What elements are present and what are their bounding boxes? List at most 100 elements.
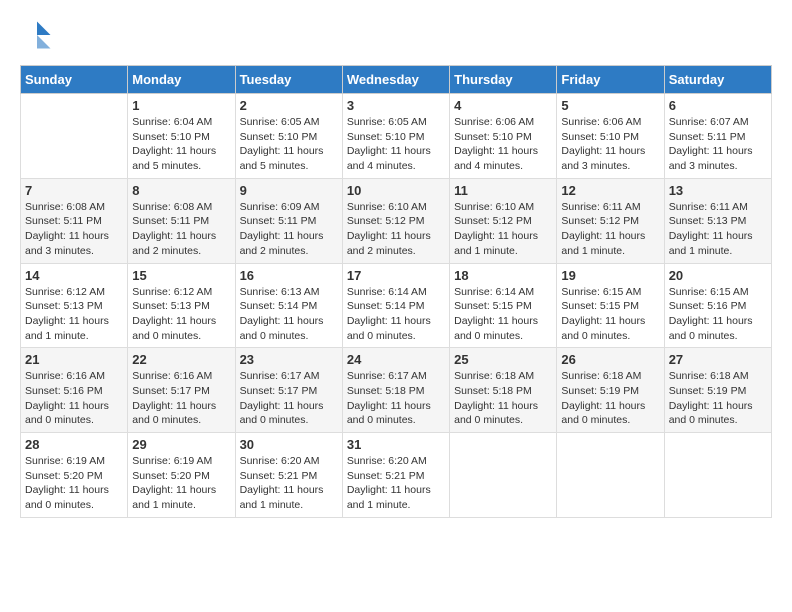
day-number: 4 [454,98,552,113]
calendar-cell: 14Sunrise: 6:12 AM Sunset: 5:13 PM Dayli… [21,263,128,348]
day-info: Sunrise: 6:05 AM Sunset: 5:10 PM Dayligh… [240,115,338,174]
day-info: Sunrise: 6:20 AM Sunset: 5:21 PM Dayligh… [347,454,445,513]
day-number: 1 [132,98,230,113]
day-number: 26 [561,352,659,367]
calendar-cell [21,94,128,179]
day-number: 25 [454,352,552,367]
day-number: 15 [132,268,230,283]
day-info: Sunrise: 6:20 AM Sunset: 5:21 PM Dayligh… [240,454,338,513]
day-info: Sunrise: 6:08 AM Sunset: 5:11 PM Dayligh… [25,200,123,259]
day-info: Sunrise: 6:16 AM Sunset: 5:16 PM Dayligh… [25,369,123,428]
day-number: 9 [240,183,338,198]
day-info: Sunrise: 6:10 AM Sunset: 5:12 PM Dayligh… [347,200,445,259]
logo [20,20,52,55]
calendar-cell: 7 Sunrise: 6:08 AM Sunset: 5:11 PM Daylig… [21,178,128,263]
day-number: 11 [454,183,552,198]
calendar-week-row: 14Sunrise: 6:12 AM Sunset: 5:13 PM Dayli… [21,263,772,348]
calendar-cell: 26 Sunrise: 6:18 AM Sunset: 5:19 PM Dayli… [557,348,664,433]
calendar-day-header: Monday [128,66,235,94]
calendar-week-row: 7 Sunrise: 6:08 AM Sunset: 5:11 PM Daylig… [21,178,772,263]
day-info: Sunrise: 6:11 AM Sunset: 5:12 PM Dayligh… [561,200,659,259]
day-number: 6 [669,98,767,113]
calendar-cell: 4 Sunrise: 6:06 AM Sunset: 5:10 PM Daylig… [450,94,557,179]
calendar-cell: 27 Sunrise: 6:18 AM Sunset: 5:19 PM Dayli… [664,348,771,433]
day-info: Sunrise: 6:07 AM Sunset: 5:11 PM Dayligh… [669,115,767,174]
calendar-day-header: Saturday [664,66,771,94]
calendar-cell: 19 Sunrise: 6:15 AM Sunset: 5:15 PM Dayli… [557,263,664,348]
day-info: Sunrise: 6:12 AM Sunset: 5:13 PM Dayligh… [25,285,123,344]
calendar-cell [664,433,771,518]
day-number: 22 [132,352,230,367]
calendar-cell: 8 Sunrise: 6:08 AM Sunset: 5:11 PM Daylig… [128,178,235,263]
day-number: 29 [132,437,230,452]
day-info: Sunrise: 6:08 AM Sunset: 5:11 PM Dayligh… [132,200,230,259]
day-number: 12 [561,183,659,198]
calendar-cell: 3Sunrise: 6:05 AM Sunset: 5:10 PM Daylig… [342,94,449,179]
day-number: 31 [347,437,445,452]
logo-icon [22,20,52,50]
calendar-week-row: 1 Sunrise: 6:04 AM Sunset: 5:10 PM Daylig… [21,94,772,179]
calendar-day-header: Thursday [450,66,557,94]
calendar-cell: 15 Sunrise: 6:12 AM Sunset: 5:13 PM Dayli… [128,263,235,348]
calendar-cell: 18 Sunrise: 6:14 AM Sunset: 5:15 PM Dayli… [450,263,557,348]
calendar-cell: 30 Sunrise: 6:20 AM Sunset: 5:21 PM Dayli… [235,433,342,518]
calendar-day-header: Sunday [21,66,128,94]
day-info: Sunrise: 6:10 AM Sunset: 5:12 PM Dayligh… [454,200,552,259]
day-number: 17 [347,268,445,283]
calendar-week-row: 28 Sunrise: 6:19 AM Sunset: 5:20 PM Dayli… [21,433,772,518]
day-info: Sunrise: 6:15 AM Sunset: 5:15 PM Dayligh… [561,285,659,344]
day-number: 18 [454,268,552,283]
day-number: 10 [347,183,445,198]
day-info: Sunrise: 6:06 AM Sunset: 5:10 PM Dayligh… [454,115,552,174]
calendar-cell [557,433,664,518]
calendar-cell: 5Sunrise: 6:06 AM Sunset: 5:10 PM Daylig… [557,94,664,179]
day-info: Sunrise: 6:17 AM Sunset: 5:18 PM Dayligh… [347,369,445,428]
calendar-cell: 16Sunrise: 6:13 AM Sunset: 5:14 PM Dayli… [235,263,342,348]
day-info: Sunrise: 6:09 AM Sunset: 5:11 PM Dayligh… [240,200,338,259]
calendar-cell: 20Sunrise: 6:15 AM Sunset: 5:16 PM Dayli… [664,263,771,348]
calendar-cell: 9 Sunrise: 6:09 AM Sunset: 5:11 PM Daylig… [235,178,342,263]
day-info: Sunrise: 6:14 AM Sunset: 5:14 PM Dayligh… [347,285,445,344]
day-number: 21 [25,352,123,367]
day-info: Sunrise: 6:04 AM Sunset: 5:10 PM Dayligh… [132,115,230,174]
calendar-table: SundayMondayTuesdayWednesdayThursdayFrid… [20,65,772,518]
calendar-week-row: 21 Sunrise: 6:16 AM Sunset: 5:16 PM Dayli… [21,348,772,433]
calendar-cell: 23Sunrise: 6:17 AM Sunset: 5:17 PM Dayli… [235,348,342,433]
calendar-cell: 1 Sunrise: 6:04 AM Sunset: 5:10 PM Daylig… [128,94,235,179]
day-info: Sunrise: 6:18 AM Sunset: 5:19 PM Dayligh… [561,369,659,428]
calendar-cell: 25 Sunrise: 6:18 AM Sunset: 5:18 PM Dayli… [450,348,557,433]
day-number: 28 [25,437,123,452]
day-info: Sunrise: 6:19 AM Sunset: 5:20 PM Dayligh… [132,454,230,513]
day-info: Sunrise: 6:11 AM Sunset: 5:13 PM Dayligh… [669,200,767,259]
day-number: 24 [347,352,445,367]
day-info: Sunrise: 6:14 AM Sunset: 5:15 PM Dayligh… [454,285,552,344]
day-number: 30 [240,437,338,452]
day-number: 27 [669,352,767,367]
calendar-cell: 21 Sunrise: 6:16 AM Sunset: 5:16 PM Dayli… [21,348,128,433]
day-info: Sunrise: 6:18 AM Sunset: 5:18 PM Dayligh… [454,369,552,428]
calendar-day-header: Friday [557,66,664,94]
day-info: Sunrise: 6:13 AM Sunset: 5:14 PM Dayligh… [240,285,338,344]
day-info: Sunrise: 6:19 AM Sunset: 5:20 PM Dayligh… [25,454,123,513]
calendar-cell: 11 Sunrise: 6:10 AM Sunset: 5:12 PM Dayli… [450,178,557,263]
calendar-day-header: Wednesday [342,66,449,94]
calendar-cell: 12 Sunrise: 6:11 AM Sunset: 5:12 PM Dayli… [557,178,664,263]
calendar-cell: 31 Sunrise: 6:20 AM Sunset: 5:21 PM Dayli… [342,433,449,518]
calendar-cell: 22 Sunrise: 6:16 AM Sunset: 5:17 PM Dayli… [128,348,235,433]
calendar-cell: 10 Sunrise: 6:10 AM Sunset: 5:12 PM Dayli… [342,178,449,263]
day-number: 19 [561,268,659,283]
day-info: Sunrise: 6:05 AM Sunset: 5:10 PM Dayligh… [347,115,445,174]
day-info: Sunrise: 6:15 AM Sunset: 5:16 PM Dayligh… [669,285,767,344]
day-info: Sunrise: 6:12 AM Sunset: 5:13 PM Dayligh… [132,285,230,344]
calendar-cell [450,433,557,518]
page-header [20,20,772,55]
day-number: 8 [132,183,230,198]
calendar-cell: 2 Sunrise: 6:05 AM Sunset: 5:10 PM Daylig… [235,94,342,179]
calendar-cell: 24 Sunrise: 6:17 AM Sunset: 5:18 PM Dayli… [342,348,449,433]
day-info: Sunrise: 6:16 AM Sunset: 5:17 PM Dayligh… [132,369,230,428]
day-number: 7 [25,183,123,198]
day-number: 13 [669,183,767,198]
calendar-cell: 28 Sunrise: 6:19 AM Sunset: 5:20 PM Dayli… [21,433,128,518]
day-number: 2 [240,98,338,113]
day-info: Sunrise: 6:18 AM Sunset: 5:19 PM Dayligh… [669,369,767,428]
